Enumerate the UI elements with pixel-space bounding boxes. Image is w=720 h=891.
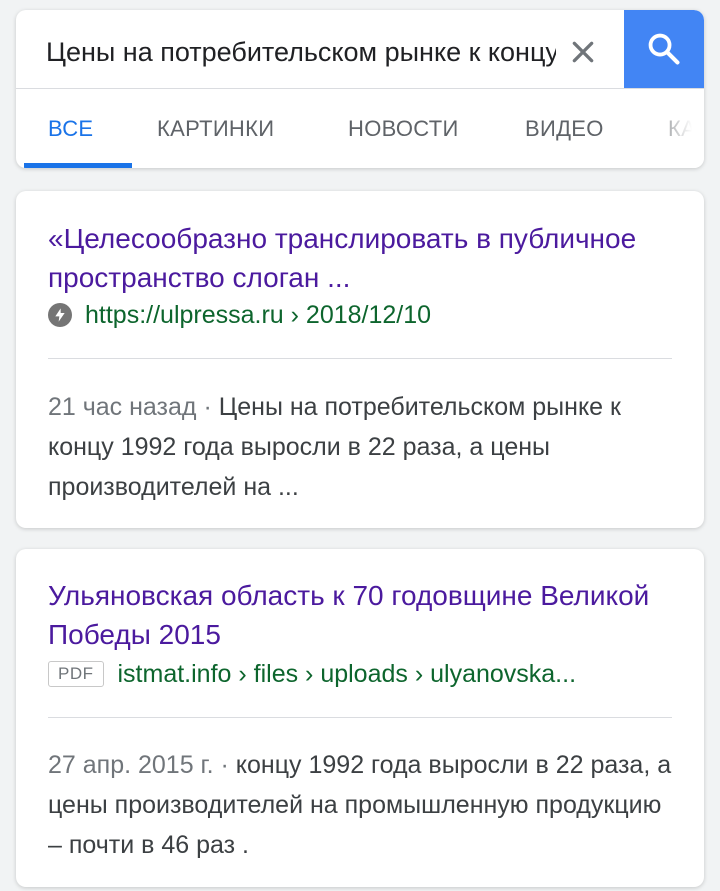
result-date: 21 час назад	[48, 393, 197, 421]
amp-bolt-icon	[48, 303, 72, 327]
search-bar	[16, 10, 704, 88]
result-snippet: 21 час назад · Цены на потребительском р…	[48, 387, 678, 507]
result-card: «Целесообразно транслировать в публичное…	[16, 191, 704, 528]
tab-more[interactable]: КА	[668, 89, 696, 168]
result-card: Ульяновская область к 70 годовщине Велик…	[16, 549, 704, 887]
search-header: ВСЕ КАРТИНКИ НОВОСТИ ВИДЕО КА	[16, 10, 704, 168]
result-date: 27 апр. 2015 г.	[48, 751, 214, 779]
pdf-badge: PDF	[48, 661, 104, 687]
tab-all[interactable]: ВСЕ	[48, 89, 93, 168]
date-separator: ·	[213, 751, 236, 779]
search-button[interactable]	[624, 10, 704, 88]
result-title[interactable]: «Целесообразно транслировать в публичное…	[48, 219, 678, 297]
date-separator: ·	[196, 393, 219, 421]
tab-video[interactable]: ВИДЕО	[525, 89, 604, 168]
result-snippet: 27 апр. 2015 г. · концу 1992 года выросл…	[48, 745, 678, 865]
tab-news[interactable]: НОВОСТИ	[348, 89, 459, 168]
search-icon	[648, 33, 680, 65]
search-input[interactable]	[46, 32, 556, 72]
result-url[interactable]: istmat.info › files › uploads › ulyanovs…	[118, 660, 577, 689]
active-tab-indicator	[24, 163, 132, 168]
result-title[interactable]: Ульяновская область к 70 годовщине Велик…	[48, 576, 678, 654]
close-icon	[572, 41, 594, 63]
result-divider	[48, 717, 672, 718]
clear-search-button[interactable]	[561, 30, 605, 74]
result-url[interactable]: https://ulpressa.ru › 2018/12/10	[85, 301, 431, 330]
tab-images[interactable]: КАРТИНКИ	[157, 89, 274, 168]
result-divider	[48, 358, 672, 359]
result-url-row: https://ulpressa.ru › 2018/12/10	[48, 297, 431, 333]
search-tabs: ВСЕ КАРТИНКИ НОВОСТИ ВИДЕО КА	[16, 89, 704, 168]
result-url-row: PDF istmat.info › files › uploads › ulya…	[48, 656, 576, 692]
